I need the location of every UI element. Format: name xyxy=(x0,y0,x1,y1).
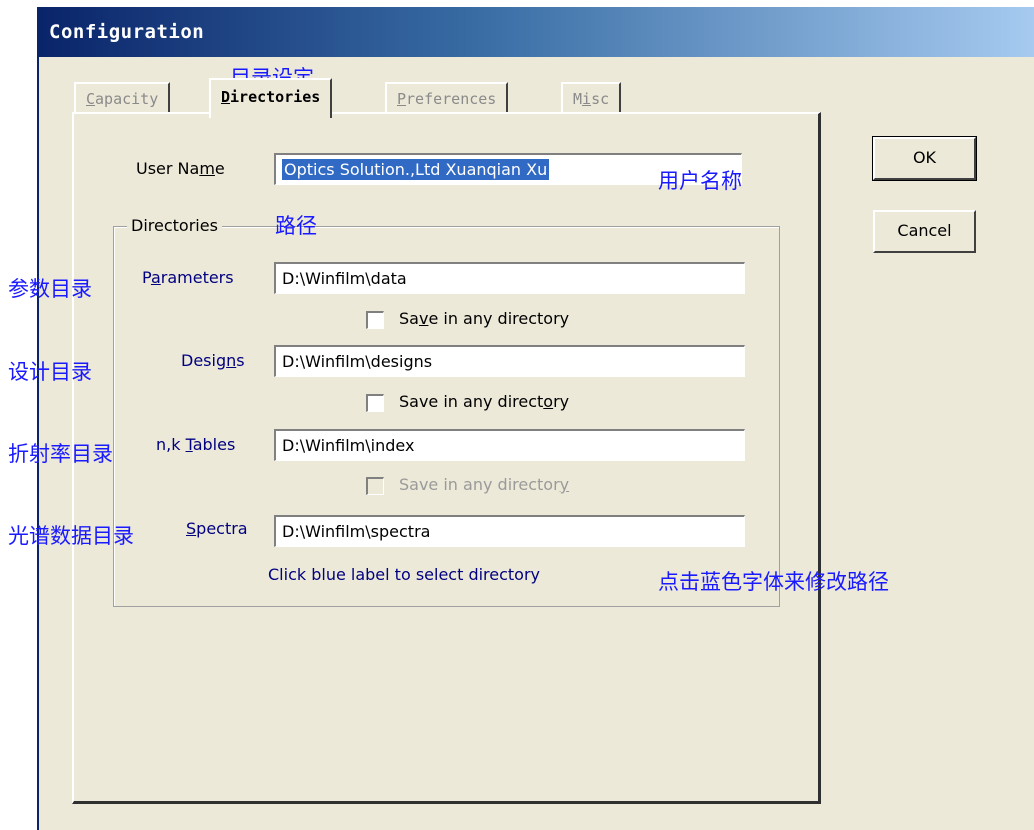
annotation-user-name: 用户名称 xyxy=(658,169,742,193)
tab-preferences-mnemonic: P xyxy=(397,90,407,108)
annotation-hint: 点击蓝色字体来修改路径 xyxy=(658,570,889,594)
annotation-spectra: 光谱数据目录 xyxy=(8,524,134,548)
title-bar[interactable]: Configuration xyxy=(39,7,1034,57)
tab-capacity-mnemonic: C xyxy=(86,90,96,108)
ok-button[interactable]: OK xyxy=(872,136,977,181)
designs-save-any-label[interactable]: Save in any directory xyxy=(399,392,569,411)
parameters-directory-input[interactable]: D:\Winfilm\data xyxy=(274,262,745,294)
cancel-button[interactable]: Cancel xyxy=(873,210,976,253)
parameters-save-any-checkbox[interactable] xyxy=(366,311,384,329)
annotation-index: 折射率目录 xyxy=(8,442,113,466)
tab-capacity[interactable]: Capacity xyxy=(74,82,171,112)
tables-save-any-checkbox xyxy=(366,477,384,495)
user-name-value: Optics Solution.,Ltd Xuanqian Xu xyxy=(282,159,550,180)
tables-directory-link[interactable]: n,k Tables xyxy=(156,435,235,454)
tab-directories-mnemonic: D xyxy=(221,88,231,106)
annotation-parameters: 参数目录 xyxy=(8,277,92,301)
spectra-directory-input[interactable]: D:\Winfilm\spectra xyxy=(274,515,745,547)
select-directory-hint: Click blue label to select directory xyxy=(268,565,541,584)
designs-save-any-checkbox[interactable] xyxy=(366,394,384,412)
tab-misc-mnemonic: i xyxy=(582,90,592,108)
tables-save-any-label: Save in any directory xyxy=(399,475,570,494)
window-title: Configuration xyxy=(49,21,205,43)
parameters-directory-link[interactable]: Parameters xyxy=(142,268,234,287)
directories-group-legend: Directories xyxy=(127,216,222,235)
tab-preferences[interactable]: Preferences xyxy=(385,82,509,112)
annotation-path: 路径 xyxy=(275,214,317,238)
parameters-save-any-label[interactable]: Save in any directory xyxy=(399,309,569,328)
tab-directories[interactable]: Directories xyxy=(209,78,333,118)
designs-directory-input[interactable]: D:\Winfilm\designs xyxy=(274,345,745,377)
annotation-designs: 设计目录 xyxy=(8,360,92,384)
spectra-directory-link[interactable]: Spectra xyxy=(186,519,248,538)
designs-directory-link[interactable]: Designs xyxy=(181,351,245,370)
tab-misc[interactable]: Misc xyxy=(561,82,622,112)
user-name-label: User Name xyxy=(136,159,225,178)
tables-directory-input[interactable]: D:\Winfilm\index xyxy=(274,429,745,461)
